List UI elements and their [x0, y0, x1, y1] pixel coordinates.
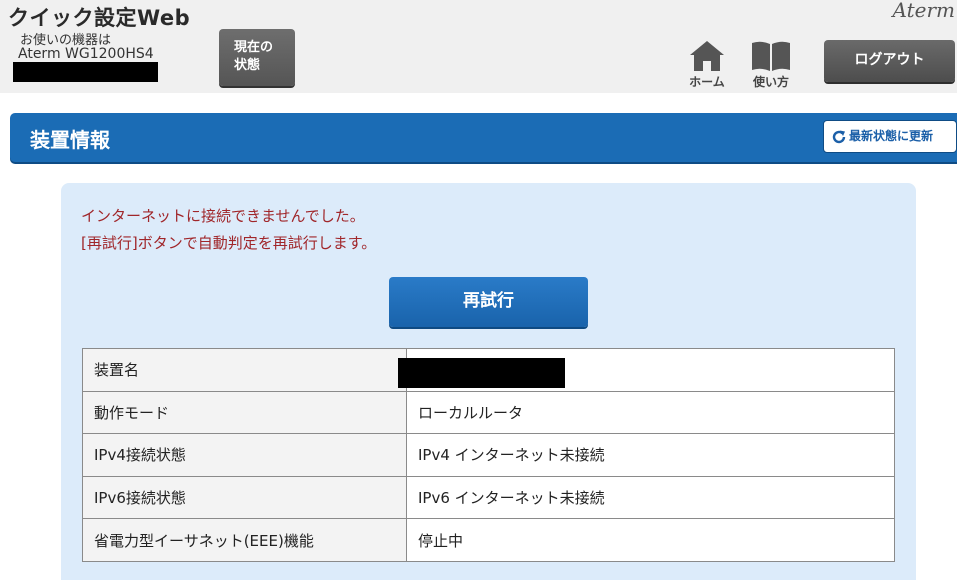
- row-label: 動作モード: [82, 390, 407, 435]
- table-row: 装置名: [82, 348, 895, 392]
- error-message: インターネットに接続できませんでした。: [81, 207, 365, 225]
- home-nav-button[interactable]: ホーム: [682, 40, 732, 90]
- refresh-icon: [832, 130, 846, 143]
- status-button-line-1: 現在の: [234, 40, 274, 55]
- redacted-block: [13, 62, 158, 82]
- row-value: 停止中: [406, 518, 895, 562]
- book-icon: [752, 41, 790, 71]
- row-label: 省電力型イーサネット(EEE)機能: [82, 518, 407, 562]
- status-button-line-2: 状態: [234, 58, 261, 73]
- refresh-label: 最新状態に更新: [849, 129, 934, 143]
- table-row: IPv6接続状態 IPv6 インターネット未接続: [82, 475, 895, 520]
- row-value: IPv4 インターネット未接続: [406, 433, 895, 477]
- device-info-table: 装置名 動作モード ローカルルータ IPv4接続状態 IPv4 インターネット未…: [82, 348, 895, 562]
- redacted-block: [398, 357, 565, 388]
- row-label: 装置名: [82, 348, 407, 392]
- row-value: ローカルルータ: [406, 390, 895, 435]
- refresh-button[interactable]: 最新状態に更新: [823, 120, 957, 153]
- logout-button[interactable]: ログアウト: [824, 40, 955, 82]
- row-label: IPv4接続状態: [82, 433, 407, 477]
- retry-instruction: [再試行]ボタンで自動判定を再試行します。: [81, 234, 377, 252]
- home-icon: [690, 41, 724, 71]
- table-row: 省電力型イーサネット(EEE)機能 停止中: [82, 518, 895, 562]
- manual-label: 使い方: [752, 75, 789, 89]
- brand-logo: Aterm: [892, 0, 956, 22]
- manual-nav-button[interactable]: 使い方: [746, 40, 796, 90]
- home-label: ホーム: [689, 75, 725, 89]
- current-status-button[interactable]: 現在の 状態: [219, 29, 295, 86]
- header-bar: クイック設定Web お使いの機器は Aterm WG1200HS4 Aterm …: [0, 0, 957, 93]
- device-model: Aterm WG1200HS4: [18, 46, 154, 62]
- row-value: IPv6 インターネット未接続: [406, 475, 895, 520]
- device-info-panel: インターネットに接続できませんでした。 [再試行]ボタンで自動判定を再試行します…: [61, 183, 916, 580]
- table-row: IPv4接続状態 IPv4 インターネット未接続: [82, 433, 895, 477]
- table-row: 動作モード ローカルルータ: [82, 390, 895, 435]
- page-title: 装置情報: [30, 128, 110, 152]
- retry-button[interactable]: 再試行: [389, 277, 588, 327]
- row-value: [398, 348, 895, 392]
- section-title-bar: 装置情報 最新状態に更新: [10, 113, 957, 162]
- app-title: クイック設定Web: [8, 6, 191, 30]
- row-label: IPv6接続状態: [82, 475, 407, 520]
